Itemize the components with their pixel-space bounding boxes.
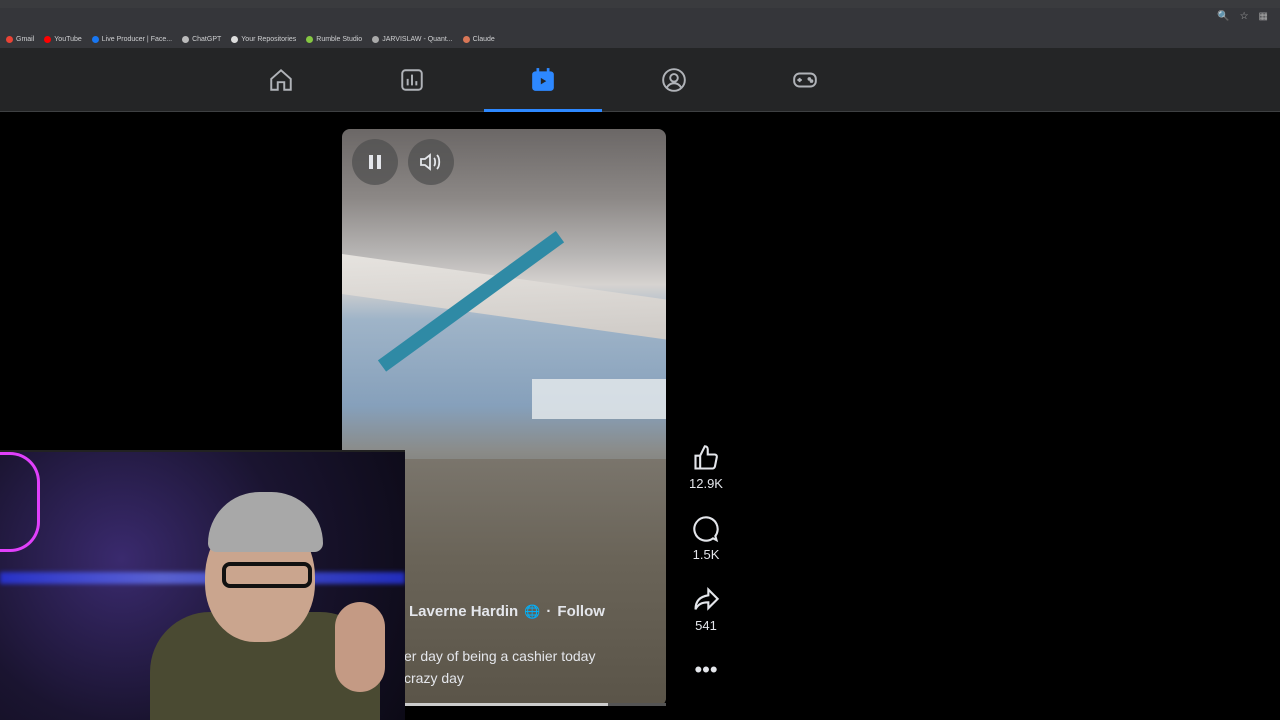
bookmark-chatgpt[interactable]: ChatGPT xyxy=(182,35,221,43)
home-icon xyxy=(270,68,292,91)
comment-button[interactable]: 1.5K xyxy=(686,515,726,562)
tab-profile[interactable] xyxy=(615,48,733,112)
github-icon xyxy=(231,35,239,43)
facebook-icon xyxy=(91,35,99,43)
video-scene-snow xyxy=(532,379,666,419)
gamepad-icon xyxy=(793,72,817,88)
like-button[interactable]: 12.9K xyxy=(686,444,726,491)
reel-caption: er day of being a cashier today crazy da… xyxy=(404,645,664,689)
top-navigation xyxy=(0,48,1280,146)
webcam-overlay xyxy=(0,450,405,720)
video-scene-canopy xyxy=(342,254,666,340)
address-bar[interactable]: 🔍 ☆ ▦ xyxy=(0,8,1280,30)
video-progress-bar[interactable] xyxy=(404,703,666,706)
claude-icon xyxy=(462,35,470,43)
separator-dot: · xyxy=(546,603,552,620)
streamer-cap xyxy=(208,492,323,552)
streamer-glasses xyxy=(222,562,312,588)
tab-dashboard[interactable] xyxy=(353,48,471,112)
globe-icon: 🌐 xyxy=(524,603,541,619)
author-name[interactable]: Laverne Hardin xyxy=(409,603,518,620)
neon-sign xyxy=(0,452,40,552)
address-bar-icons: 🔍 ☆ ▦ xyxy=(1217,11,1268,22)
browser-tabstrip xyxy=(0,0,1280,8)
share-count: 541 xyxy=(695,618,717,633)
extensions-icon[interactable]: ▦ xyxy=(1259,11,1268,22)
bookmark-gmail[interactable]: Gmail xyxy=(6,35,34,43)
chart-icon xyxy=(401,69,423,91)
rumble-icon xyxy=(306,35,314,43)
led-strip xyxy=(0,572,405,584)
user-circle-icon xyxy=(662,68,686,92)
share-button[interactable]: 541 xyxy=(686,586,726,633)
like-count: 12.9K xyxy=(689,476,723,491)
zoom-icon[interactable]: 🔍 xyxy=(1217,11,1229,22)
comment-icon xyxy=(693,516,719,543)
more-dots-icon: ••• xyxy=(694,657,718,682)
caption-line: crazy day xyxy=(404,670,464,686)
reels-icon xyxy=(532,68,554,91)
caption-line: er day of being a cashier today xyxy=(404,648,596,664)
follow-button[interactable]: Follow xyxy=(557,603,605,620)
bookmark-live-producer[interactable]: Live Producer | Face... xyxy=(91,35,172,43)
share-icon xyxy=(694,586,720,611)
globe-icon xyxy=(372,35,380,43)
gmail-icon xyxy=(6,35,13,43)
pause-icon xyxy=(369,155,381,169)
star-icon[interactable]: ☆ xyxy=(1240,11,1249,22)
bookmark-rumble-studio[interactable]: Rumble Studio xyxy=(306,35,362,43)
reel-author: Laverne Hardin 🌐 · Follow xyxy=(409,603,605,620)
bookmark-youtube[interactable]: YouTube xyxy=(44,35,82,43)
bookmarks-bar: Gmail YouTube Live Producer | Face... Ch… xyxy=(0,30,1280,48)
comment-count: 1.5K xyxy=(692,547,720,562)
youtube-icon xyxy=(44,35,52,43)
volume-icon xyxy=(420,153,441,171)
bookmark-repositories[interactable]: Your Repositories xyxy=(231,35,296,43)
streamer-hand xyxy=(335,602,385,692)
chatgpt-icon xyxy=(182,35,190,43)
thumbs-up-icon xyxy=(694,445,718,470)
more-options-button[interactable]: ••• xyxy=(686,657,726,682)
tab-gaming[interactable] xyxy=(746,48,864,112)
bookmark-claude[interactable]: Claude xyxy=(462,35,495,43)
mute-button[interactable] xyxy=(408,139,454,185)
tab-home[interactable] xyxy=(222,48,340,112)
bookmark-jarvislaw[interactable]: JARVISLAW - Quant... xyxy=(372,35,453,43)
pause-button[interactable] xyxy=(352,139,398,185)
tab-reels[interactable] xyxy=(484,48,602,112)
video-progress-fill xyxy=(404,703,609,706)
